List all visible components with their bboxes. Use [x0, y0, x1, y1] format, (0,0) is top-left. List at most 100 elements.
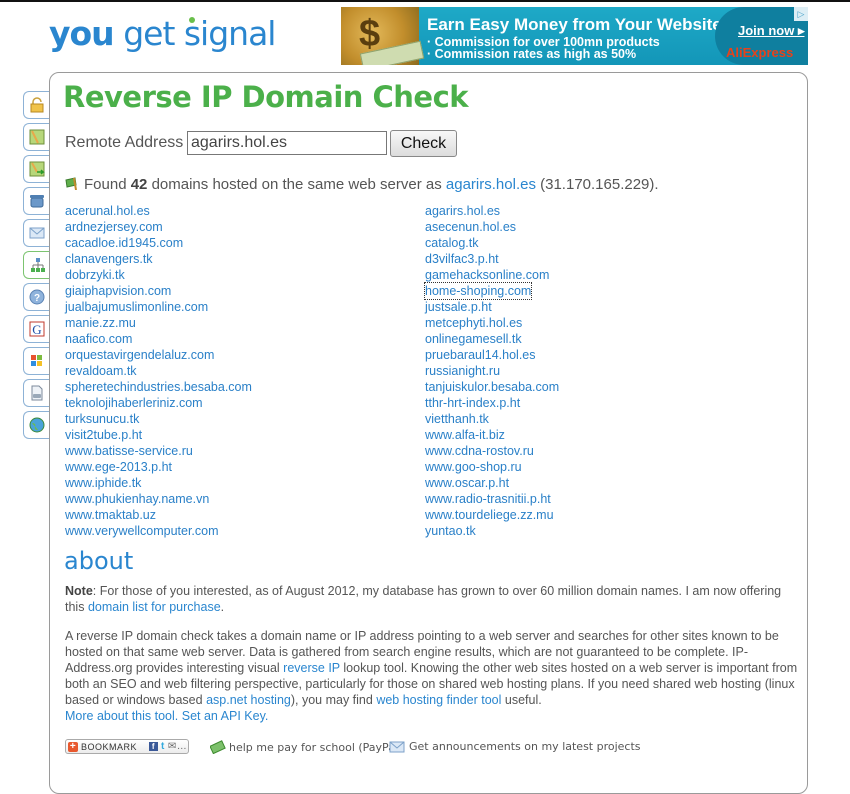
- sidebar-tab-lock[interactable]: [23, 91, 50, 119]
- lock-icon: [30, 97, 44, 113]
- domain-link[interactable]: asecenun.hol.es: [425, 219, 559, 235]
- domain-link[interactable]: giaiphapvision.com: [65, 283, 252, 299]
- announcements-link[interactable]: Get announcements on my latest projects: [389, 740, 641, 753]
- domain-link[interactable]: agarirs.hol.es: [425, 203, 559, 219]
- top-border: [0, 0, 850, 2]
- domain-list-left: acerunal.hol.es ardnezjersey.com cacadloe.…: [65, 203, 252, 539]
- flag-icon: [65, 177, 77, 190]
- domain-link[interactable]: metcephyti.hol.es: [425, 315, 559, 331]
- site-logo[interactable]: you get signal: [49, 14, 276, 53]
- facebook-icon[interactable]: f: [149, 742, 159, 751]
- about-note: Note: For those of you interested, as of…: [65, 583, 800, 615]
- sidebar-tab-network[interactable]: [23, 251, 51, 279]
- paypal-label: help me pay for school (PayPal): [229, 740, 403, 754]
- money-icon: [210, 740, 226, 754]
- domain-link[interactable]: justsale.p.ht: [425, 299, 559, 315]
- announcements-label: Get announcements on my latest projects: [409, 740, 641, 753]
- bookmark-label: BOOKMARK: [81, 741, 138, 752]
- check-button[interactable]: Check: [390, 130, 457, 157]
- domain-link[interactable]: revaldoam.tk: [65, 363, 252, 379]
- domain-link[interactable]: russianight.ru: [425, 363, 559, 379]
- sidebar-tab-windows[interactable]: [23, 347, 50, 375]
- domain-link[interactable]: turksunucu.tk: [65, 411, 252, 427]
- domain-link[interactable]: tthr-hrt-index.p.ht: [425, 395, 559, 411]
- domain-link[interactable]: dobrzyki.tk: [65, 267, 252, 283]
- domain-link[interactable]: www.batisse-service.ru: [65, 443, 252, 459]
- ad-join-link[interactable]: Join now ▸: [738, 23, 804, 39]
- domain-link[interactable]: visit2tube.p.ht: [65, 427, 252, 443]
- domain-link[interactable]: catalog.tk: [425, 235, 559, 251]
- adchoices-icon[interactable]: ▷: [794, 7, 808, 21]
- logo-dot: [189, 17, 195, 23]
- paypal-link[interactable]: help me pay for school (PayPal): [210, 740, 402, 754]
- note-label: Note: [65, 584, 93, 598]
- domain-link[interactable]: clanavengers.tk: [65, 251, 252, 267]
- domain-link[interactable]: ardnezjersey.com: [65, 219, 252, 235]
- domain-link[interactable]: www.cdna-rostov.ru: [425, 443, 559, 459]
- domain-list-right: agarirs.hol.es asecenun.hol.es catalog.tk d…: [423, 203, 559, 539]
- domain-link[interactable]: www.oscar.p.ht: [425, 475, 559, 491]
- domain-link[interactable]: www.radio-trasnitii.p.ht: [425, 491, 559, 507]
- phone-icon: [30, 195, 44, 208]
- about-description: A reverse IP domain check takes a domain…: [65, 628, 800, 724]
- document-icon: [31, 385, 43, 401]
- domain-link[interactable]: www.alfa-it.biz: [425, 427, 559, 443]
- ad-brand: AliExpress: [726, 45, 794, 60]
- sidebar-tab-help[interactable]: ?: [23, 283, 50, 311]
- domain-link[interactable]: onlinegamesell.tk: [425, 331, 559, 347]
- web-hosting-finder-link[interactable]: web hosting finder tool: [376, 693, 501, 707]
- domain-link[interactable]: d3vilfac3.p.ht: [425, 251, 559, 267]
- domain-link[interactable]: www.iphide.tk: [65, 475, 252, 491]
- help-icon: ?: [29, 289, 45, 305]
- result-domain-link[interactable]: agarirs.hol.es: [446, 176, 536, 193]
- domain-link[interactable]: orquestavirgendelaluz.com: [65, 347, 252, 363]
- desc-text-c: ), you may find: [290, 693, 377, 707]
- domain-link[interactable]: jualbajumuslimonline.com: [65, 299, 252, 315]
- about-heading: about: [64, 547, 134, 575]
- domain-link[interactable]: acerunal.hol.es: [65, 203, 252, 219]
- envelope-icon: [389, 741, 405, 752]
- ad-banner[interactable]: $ Earn Easy Money from Your Website! · C…: [341, 7, 808, 65]
- domain-link[interactable]: teknolojihaberleriniz.com: [65, 395, 252, 411]
- result-summary: Found 42 domains hosted on the same web …: [65, 176, 659, 193]
- sidebar-tab-globe[interactable]: [23, 411, 50, 439]
- sidebar-tab-document[interactable]: [23, 379, 50, 407]
- domain-link[interactable]: www.goo-shop.ru: [425, 459, 559, 475]
- domain-link[interactable]: www.phukienhay.name.vn: [65, 491, 252, 507]
- domain-link[interactable]: cacadloe.id1945.com: [65, 235, 252, 251]
- remote-address-input[interactable]: [187, 131, 387, 155]
- domain-link[interactable]: spheretechindustries.besaba.com: [65, 379, 252, 395]
- domain-link[interactable]: yuntao.tk: [425, 523, 559, 539]
- sidebar-tab-phone[interactable]: [23, 187, 50, 215]
- sidebar-tab-map[interactable]: [23, 123, 50, 151]
- domain-link[interactable]: gamehacksonline.com: [425, 267, 559, 283]
- bookmark-button[interactable]: + BOOKMARK f t ✉…: [65, 739, 189, 754]
- domain-list-purchase-link[interactable]: domain list for purchase: [88, 600, 221, 614]
- asp-net-hosting-link[interactable]: asp.net hosting: [206, 693, 291, 707]
- email-share-icon[interactable]: ✉…: [168, 741, 187, 752]
- google-icon: G: [29, 321, 45, 337]
- sidebar-tab-map-route[interactable]: [23, 155, 50, 183]
- domain-link[interactable]: vietthanh.tk: [425, 411, 559, 427]
- domain-link[interactable]: manie.zz.mu: [65, 315, 252, 331]
- twitter-icon[interactable]: t: [161, 741, 165, 752]
- result-middle: domains hosted on the same web server as: [151, 176, 442, 193]
- domain-link[interactable]: www.ege-2013.p.ht: [65, 459, 252, 475]
- windows-icon: [31, 355, 42, 366]
- domain-link[interactable]: naafico.com: [65, 331, 252, 347]
- map-route-icon: [29, 161, 45, 177]
- domain-link[interactable]: tanjuiskulor.besaba.com: [425, 379, 559, 395]
- more-about-tool-link[interactable]: More about this tool.: [65, 709, 178, 723]
- note-end: .: [220, 600, 225, 614]
- api-key-link[interactable]: Set an API Key.: [182, 709, 269, 723]
- reverse-ip-link[interactable]: reverse IP: [283, 661, 340, 675]
- ad-headline: Earn Easy Money from Your Website!: [427, 15, 728, 34]
- domain-link[interactable]: pruebaraul14.hol.es: [425, 347, 559, 363]
- domain-link[interactable]: www.tourdeliege.zz.mu: [425, 507, 559, 523]
- sidebar-tab-google[interactable]: G: [23, 315, 50, 343]
- sidebar-tab-mail[interactable]: [23, 219, 50, 247]
- result-count: 42: [130, 176, 148, 193]
- domain-link[interactable]: home-shoping.com: [423, 282, 533, 300]
- domain-link[interactable]: www.tmaktab.uz: [65, 507, 252, 523]
- domain-link[interactable]: www.verywellcomputer.com: [65, 523, 252, 539]
